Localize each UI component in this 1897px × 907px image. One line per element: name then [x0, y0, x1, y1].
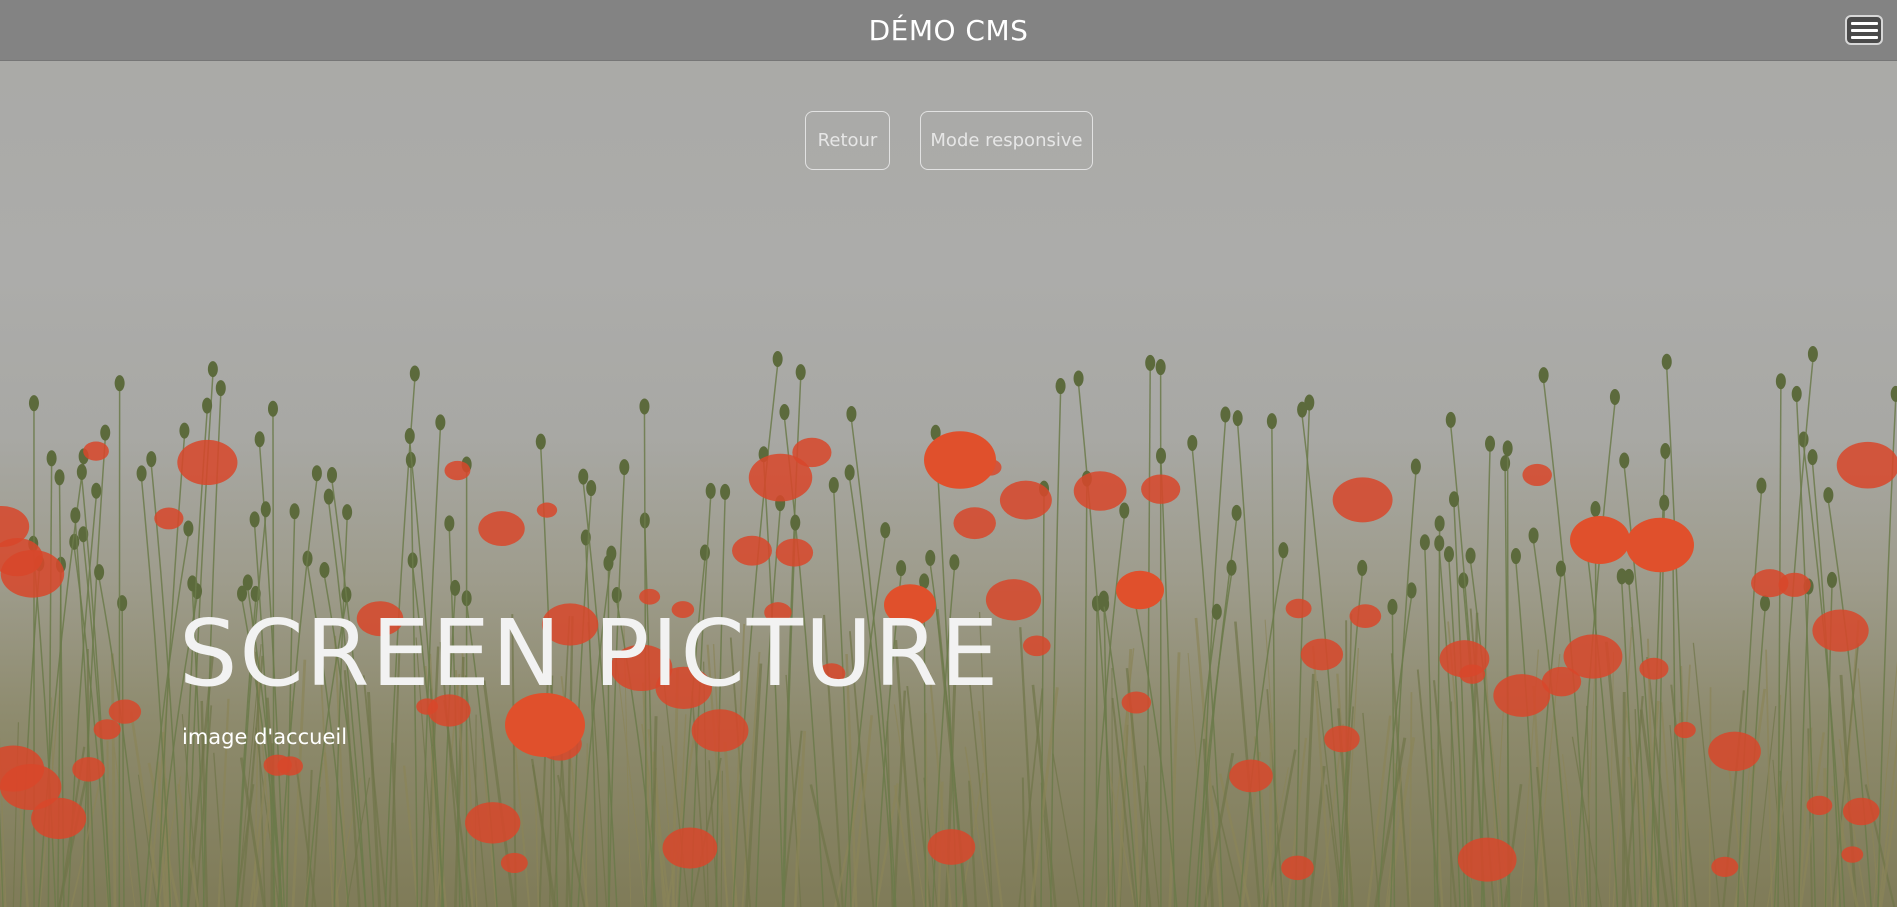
menu-bar-line [1850, 35, 1878, 39]
responsive-mode-button[interactable]: Mode responsive [920, 111, 1093, 170]
hero-subtitle: image d'accueil [182, 725, 348, 749]
menu-bar-line [1850, 28, 1878, 32]
top-navigation-bar: DÉMO CMS [0, 0, 1897, 61]
back-button[interactable]: Retour [805, 111, 890, 170]
hero-title: SCREEN PICTURE [179, 600, 1001, 707]
hamburger-menu-icon[interactable] [1845, 15, 1883, 45]
menu-bar-line [1850, 21, 1878, 25]
site-title[interactable]: DÉMO CMS [869, 14, 1029, 47]
